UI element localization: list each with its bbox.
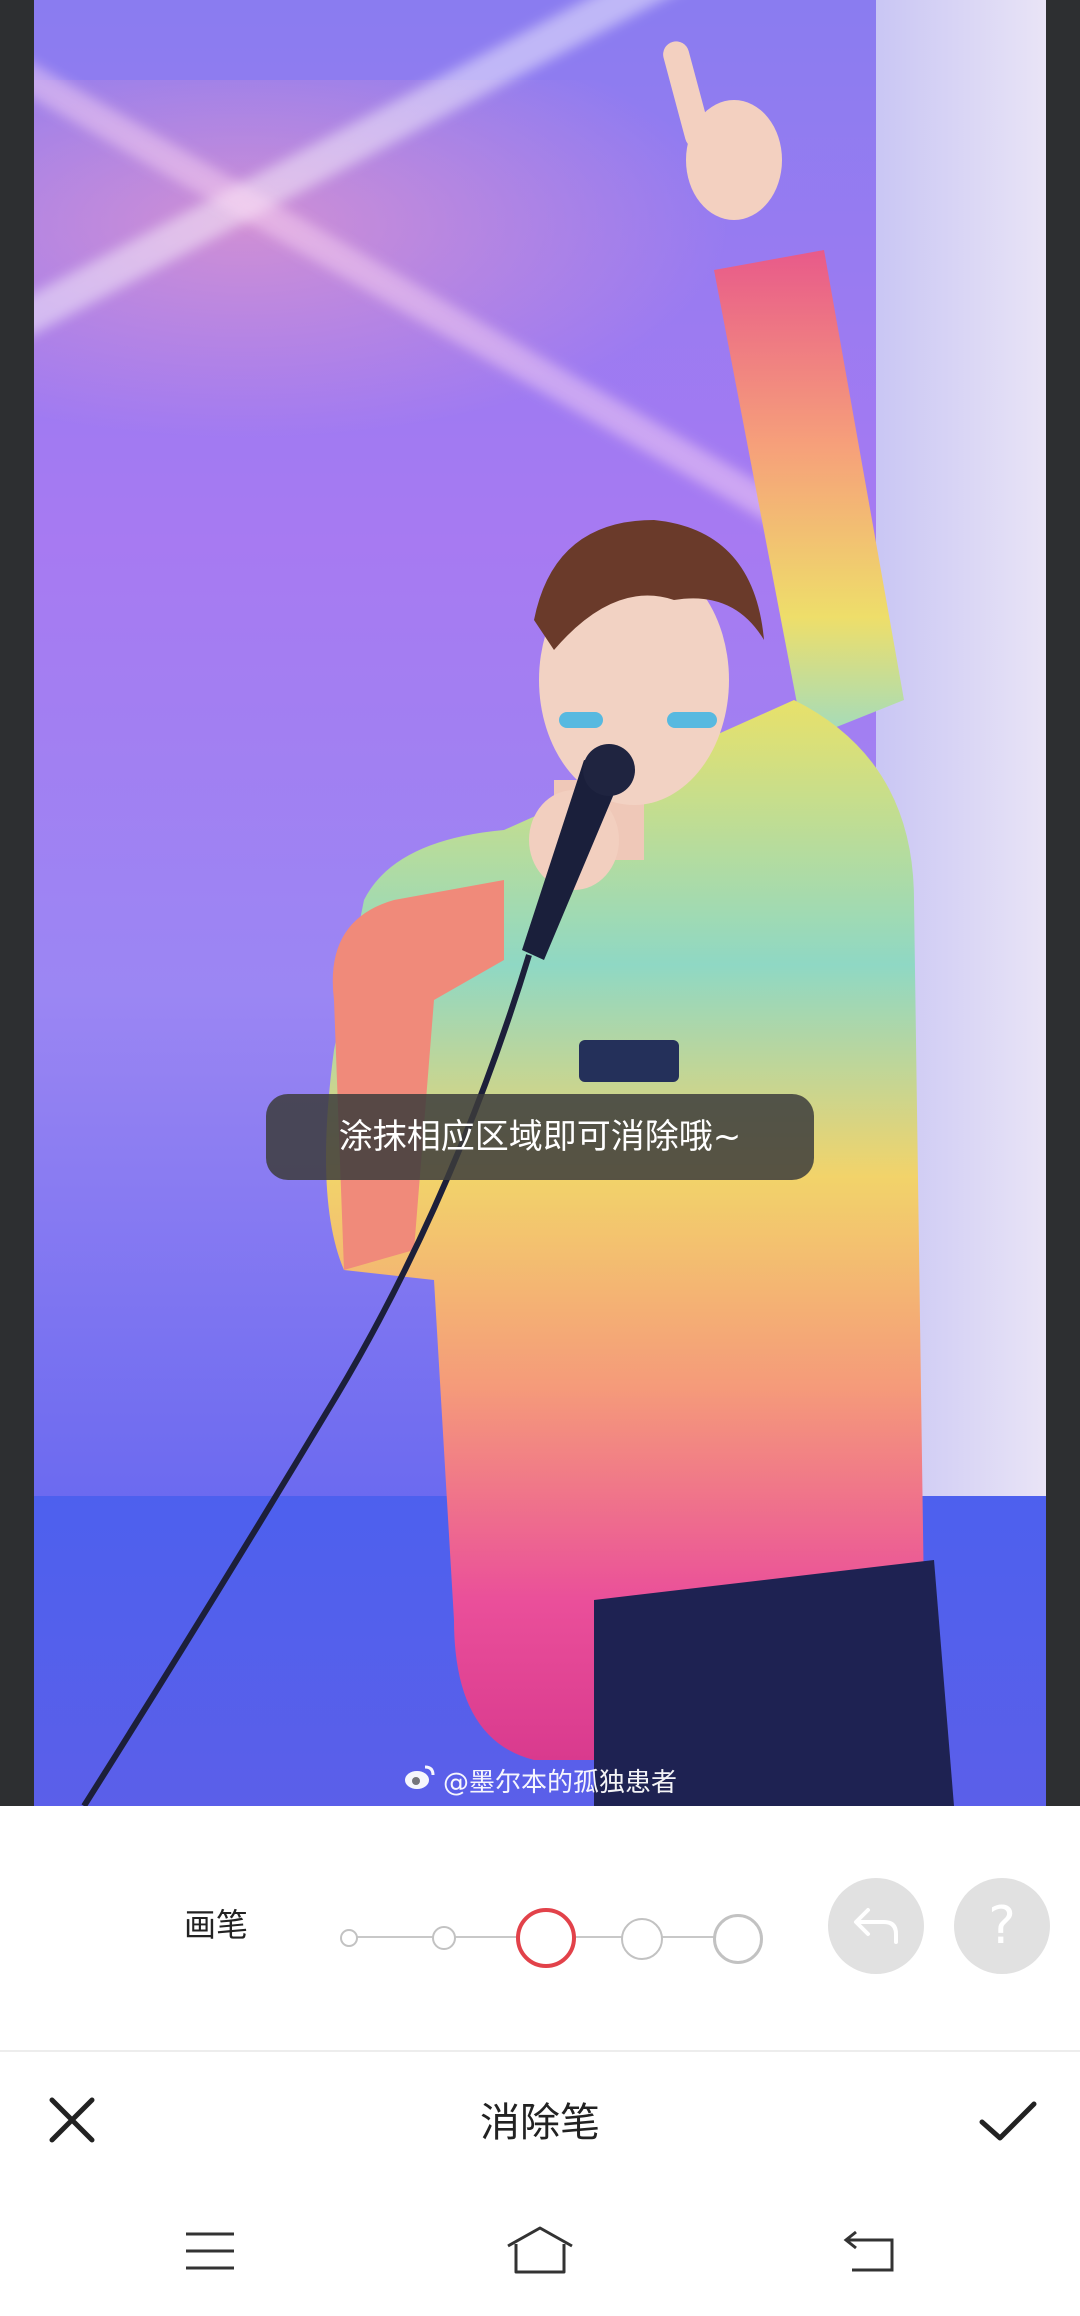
performer-figure [81,41,954,1806]
nav-home-button[interactable] [504,2222,576,2278]
undo-button[interactable] [828,1878,924,1974]
nav-back-button[interactable] [840,2226,900,2276]
help-button[interactable]: ? [954,1878,1050,1974]
checkmark-icon [976,2101,1040,2154]
question-mark-icon: ? [988,1896,1016,1956]
brush-size-option[interactable] [340,1929,358,1947]
weibo-logo-icon [403,1763,435,1798]
weibo-watermark: @墨尔本的孤独患者 [34,1762,1046,1799]
brush-size-slider[interactable] [330,1902,770,1972]
brush-label: 画笔 [184,1906,249,1944]
erase-hint-toast: 涂抹相应区域即可消除哦~ [266,1094,814,1180]
watermark-text: @墨尔本的孤独患者 [442,1768,677,1798]
home-icon [504,2226,576,2282]
image-canvas[interactable]: @墨尔本的孤独患者 涂抹相应区域即可消除哦~ [0,0,1080,1806]
undo-arrow-icon [850,1902,902,1950]
brush-size-option-selected[interactable] [516,1908,576,1968]
brush-size-option[interactable] [713,1914,763,1964]
edited-photo[interactable]: @墨尔本的孤独患者 [34,0,1046,1806]
confirm-button[interactable] [976,2094,1040,2150]
menu-icon [180,2232,240,2280]
nav-menu-button[interactable] [180,2226,240,2276]
back-icon [840,2230,900,2280]
brush-size-option[interactable] [621,1918,663,1960]
tool-title: 消除笔 [480,2100,600,2146]
brush-size-option[interactable] [432,1926,456,1950]
